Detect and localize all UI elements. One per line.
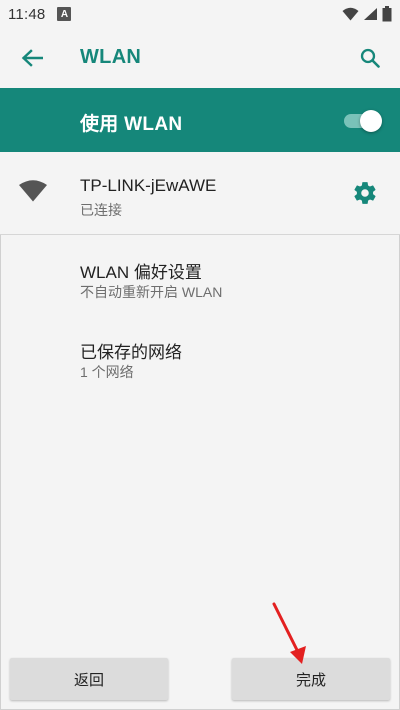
network-status: 已连接 <box>80 202 122 218</box>
pref-title: 已保存的网络 <box>80 343 182 362</box>
wifi-icon <box>19 180 47 202</box>
back-button[interactable]: 返回 <box>10 658 168 700</box>
wlan-toggle-switch[interactable] <box>342 109 382 132</box>
pref-subtitle: 不自动重新开启 WLAN <box>80 284 223 300</box>
back-arrow-button[interactable] <box>14 43 50 73</box>
wlan-master-switch-label: 使用 WLAN <box>80 114 183 135</box>
network-ssid: TP-LINK-jEwAWE <box>80 176 217 195</box>
wlan-preferences-item[interactable]: WLAN 偏好设置 不自动重新开启 WLAN <box>0 236 400 316</box>
saved-networks-item[interactable]: 已保存的网络 1 个网络 <box>0 316 400 396</box>
done-button[interactable]: 完成 <box>232 658 390 700</box>
search-icon <box>360 48 380 68</box>
wlan-master-switch-bar[interactable]: 使用 WLAN <box>0 88 400 152</box>
wifi-icon <box>342 7 359 21</box>
pref-title: WLAN 偏好设置 <box>80 263 202 282</box>
app-bar: WLAN <box>0 28 400 88</box>
pref-subtitle: 1 个网络 <box>80 364 134 380</box>
page-title: WLAN <box>80 46 142 68</box>
connected-network-item[interactable]: TP-LINK-jEwAWE 已连接 <box>0 152 400 234</box>
app-notification-icon: A <box>57 7 72 21</box>
battery-icon <box>382 6 392 22</box>
status-time: 11:48 <box>8 5 46 23</box>
signal-icon <box>364 8 377 20</box>
search-button[interactable] <box>354 43 386 73</box>
switch-thumb <box>360 110 382 132</box>
status-icons <box>342 6 392 22</box>
status-bar: 11:48 A <box>0 0 400 28</box>
arrow-left-icon <box>21 49 43 67</box>
gear-icon[interactable] <box>352 180 378 206</box>
section-divider <box>0 234 400 235</box>
bottom-button-bar: 返回 完成 <box>0 650 400 710</box>
